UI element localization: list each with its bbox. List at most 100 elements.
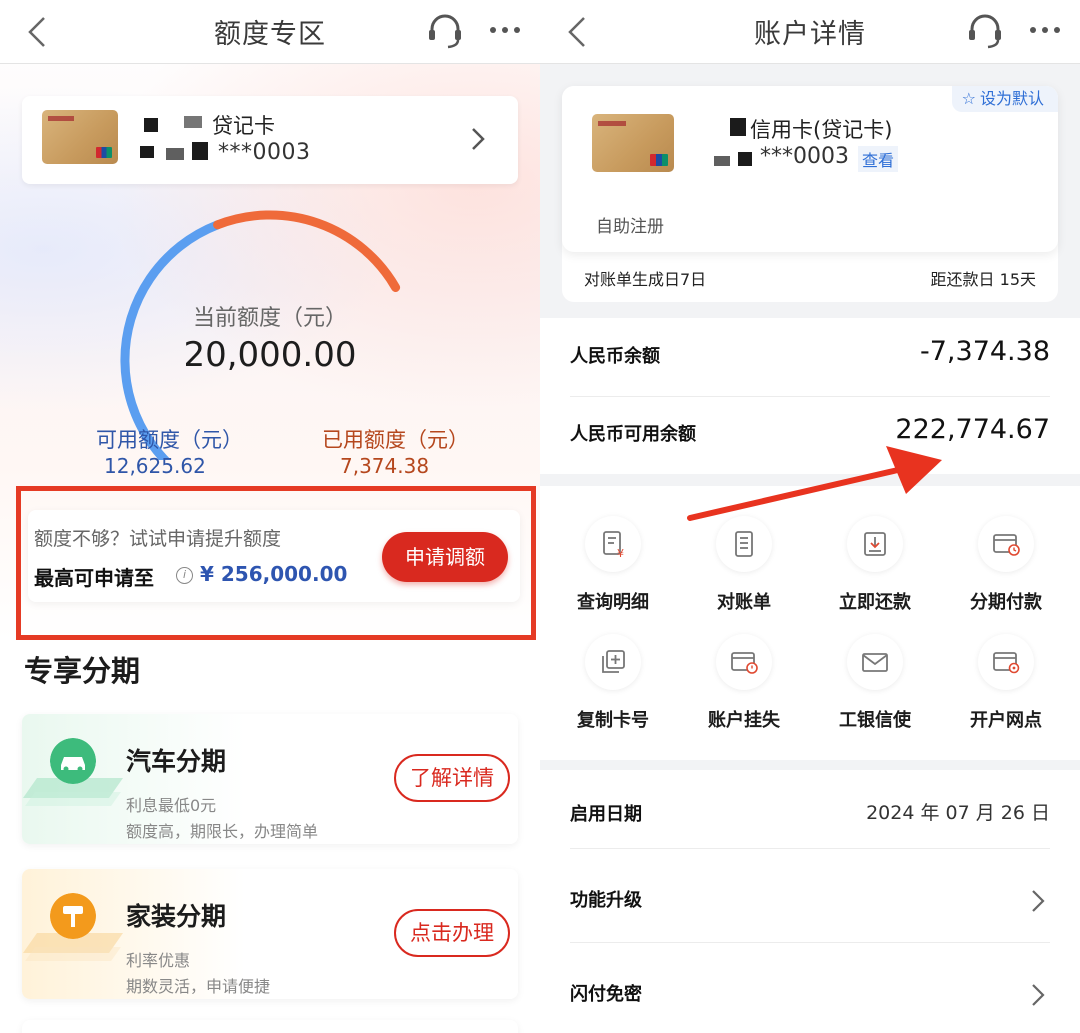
divider: [570, 848, 1050, 849]
rmb-balance-label: 人民币余额: [570, 346, 660, 367]
decorative-plate: [25, 792, 121, 806]
offer-subtitle: 利息最低0元: [126, 796, 217, 815]
action-statement[interactable]: 对账单: [679, 516, 809, 614]
unionpay-logo: [96, 147, 112, 158]
account-card: ☆ 设为默认 信用卡(贷记卡) ***0003 查看 自助注册: [562, 86, 1058, 252]
section-title: 专享分期: [24, 654, 141, 688]
action-label: 对账单: [717, 592, 771, 613]
quickpass-password-free-row[interactable]: 闪付免密: [570, 950, 1050, 1033]
car-installment-card[interactable]: 汽车分期 利息最低0元 额度高，期限长，办理简单 了解详情: [22, 714, 518, 844]
card-image: [42, 110, 118, 164]
action-report-loss[interactable]: 账户挂失: [679, 634, 809, 732]
top-nav-bar: 账户详情: [540, 0, 1080, 64]
action-label: 分期付款: [970, 592, 1042, 613]
divider: [570, 942, 1050, 943]
redacted-block: [144, 118, 158, 132]
limit-increase-prompt: 额度不够？试试申请提升额度: [34, 528, 282, 550]
rmb-available-label: 人民币可用余额: [570, 424, 696, 445]
action-icbc-messenger[interactable]: 工银信使: [810, 634, 940, 732]
annotation-arrow-icon: [687, 446, 942, 521]
envelope-icon: [862, 653, 888, 672]
page-title: 账户详情: [754, 19, 866, 50]
action-repay-now[interactable]: 立即还款: [810, 516, 940, 614]
card-image: [592, 114, 674, 172]
rmb-balance-row: 人民币余额 -7,374.38: [570, 318, 1050, 396]
action-label: 开户网点: [970, 710, 1042, 731]
self-register-link[interactable]: 自助注册: [596, 212, 664, 237]
view-card-link[interactable]: 查看: [858, 146, 899, 172]
back-icon[interactable]: [22, 12, 52, 52]
used-limit-label: 已用额度（元）: [322, 428, 469, 452]
car-icon: [50, 738, 96, 784]
offer-description: 期数灵活，申请便捷: [126, 977, 271, 996]
action-label: 工银信使: [839, 710, 911, 731]
max-limit-label: 最高可申请至: [34, 566, 154, 590]
star-icon: ☆: [961, 89, 976, 108]
apply-limit-button[interactable]: 申请调额: [382, 532, 508, 582]
svg-text:¥: ¥: [617, 547, 624, 560]
redacted-block: [738, 152, 752, 166]
back-icon[interactable]: [562, 12, 592, 52]
redacted-block: [166, 148, 184, 160]
action-label: 立即还款: [839, 592, 911, 613]
credit-limit-screen: 额度专区 贷记卡 ***0003 当前额度（元） 20,000.00 可用额度（…: [0, 0, 540, 1033]
activation-date-label: 启用日期: [570, 804, 642, 825]
more-icon[interactable]: [488, 20, 522, 40]
card-name: 贷记卡: [212, 114, 275, 138]
account-card-section: ☆ 设为默认 信用卡(贷记卡) ***0003 查看 自助注册 对账单生成日7日 …: [562, 86, 1058, 302]
copy-icon: [602, 650, 625, 673]
redacted-block: [192, 142, 208, 160]
action-label: 查询明细: [577, 592, 649, 613]
offer-title: 汽车分期: [126, 747, 227, 776]
available-limit-label: 可用额度（元）: [96, 428, 243, 452]
learn-more-button[interactable]: 了解详情: [394, 754, 510, 802]
info-icon[interactable]: i: [176, 567, 193, 584]
available-limit-value: 12,625.62: [104, 454, 206, 478]
card-selector[interactable]: 贷记卡 ***0003: [22, 96, 518, 184]
limit-increase-card: 额度不够？试试申请提升额度 最高可申请至 i ¥ 256,000.00 申请调额: [28, 510, 520, 602]
feature-upgrade-row[interactable]: 功能升级: [570, 856, 1050, 948]
redacted-block: [184, 116, 202, 128]
chevron-right-icon: [472, 128, 485, 150]
days-to-due: 距还款日 15天: [930, 270, 1036, 289]
top-nav-bar: 额度专区: [0, 0, 540, 64]
redacted-block: [730, 118, 746, 136]
current-limit-value: 20,000.00: [183, 335, 357, 375]
redacted-block: [714, 156, 730, 166]
page-title: 额度专区: [214, 19, 326, 50]
set-default-button[interactable]: ☆ 设为默认: [951, 86, 1058, 112]
account-info-list: 启用日期 2024 年 07 月 26 日 功能升级 闪付免密: [540, 770, 1080, 1033]
current-limit-label: 当前额度（元）: [192, 306, 347, 331]
set-default-label: 设为默认: [979, 89, 1044, 108]
card-name: 信用卡(贷记卡): [750, 118, 893, 142]
repay-download-icon: [864, 532, 886, 556]
action-branch[interactable]: 开户网点: [941, 634, 1071, 732]
rmb-balance-value: -7,374.38: [920, 336, 1050, 367]
customer-service-icon[interactable]: [966, 12, 1004, 50]
next-offer-card[interactable]: [22, 1020, 518, 1033]
max-limit-amount: ¥ 256,000.00: [200, 562, 348, 586]
customer-service-icon[interactable]: [426, 12, 464, 50]
home-installment-card[interactable]: 家装分期 利率优惠 期数灵活，申请便捷 点击办理: [22, 869, 518, 999]
card-number: ***0003: [760, 144, 849, 169]
offer-subtitle: 利率优惠: [126, 951, 191, 970]
more-icon[interactable]: [1028, 20, 1062, 40]
apply-now-button[interactable]: 点击办理: [394, 909, 510, 957]
redacted-block: [140, 146, 154, 158]
statement-yuan-icon: ¥: [603, 531, 624, 560]
offer-title: 家装分期: [126, 902, 227, 931]
action-installment[interactable]: 分期付款: [941, 516, 1071, 614]
card-clock-icon: [993, 534, 1020, 556]
action-label: 账户挂失: [708, 710, 780, 731]
bill-icon: [735, 531, 753, 557]
action-label: 复制卡号: [577, 710, 649, 731]
used-limit-value: 7,374.38: [340, 454, 430, 478]
offer-description: 额度高，期限长，办理简单: [126, 822, 319, 841]
chevron-right-icon: [1032, 984, 1045, 1006]
activation-date-value: 2024 年 07 月 26 日: [866, 802, 1050, 824]
action-query-details[interactable]: ¥ 查询明细: [548, 516, 678, 614]
used-arc: [213, 210, 401, 292]
decorative-plate: [25, 947, 121, 961]
action-copy-card-number[interactable]: 复制卡号: [548, 634, 678, 732]
card-number: ***0003: [218, 140, 311, 165]
